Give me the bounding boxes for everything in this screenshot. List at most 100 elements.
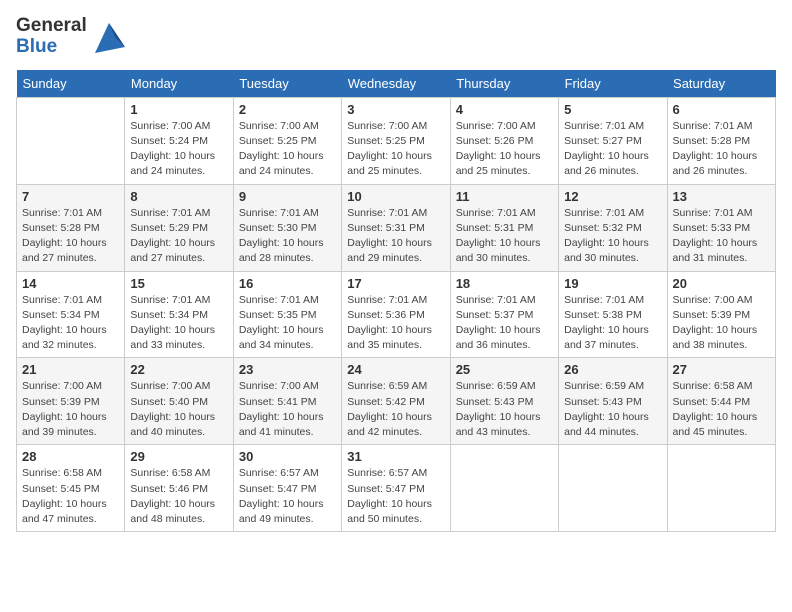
logo-general-word: General bbox=[16, 16, 87, 37]
calendar-day-header: Friday bbox=[559, 70, 667, 98]
day-number: 10 bbox=[347, 189, 444, 204]
calendar-week-row: 1 Sunrise: 7:00 AMSunset: 5:24 PMDaylight… bbox=[17, 97, 776, 184]
calendar-cell: 29 Sunrise: 6:58 AMSunset: 5:46 PMDayligh… bbox=[125, 445, 233, 532]
day-number: 12 bbox=[564, 189, 661, 204]
day-number: 31 bbox=[347, 449, 444, 464]
day-number: 7 bbox=[22, 189, 119, 204]
calendar-day-header: Thursday bbox=[450, 70, 558, 98]
day-number: 5 bbox=[564, 102, 661, 117]
day-number: 20 bbox=[673, 276, 770, 291]
calendar-cell: 16Sunrise: 7:01 AMSunset: 5:35 PMDayligh… bbox=[233, 271, 341, 358]
day-info: Sunrise: 7:01 AMSunset: 5:38 PMDaylight:… bbox=[564, 293, 661, 354]
day-info: Sunrise: 6:59 AMSunset: 5:43 PMDaylight:… bbox=[564, 379, 661, 440]
day-info: Sunrise: 6:57 AMSunset: 5:47 PMDaylight:… bbox=[347, 466, 444, 527]
day-number: 8 bbox=[130, 189, 227, 204]
page-header: General Blue bbox=[16, 16, 776, 58]
day-number: 19 bbox=[564, 276, 661, 291]
calendar-day-header: Sunday bbox=[17, 70, 125, 98]
calendar-cell: 30 Sunrise: 6:57 AMSunset: 5:47 PMDayligh… bbox=[233, 445, 341, 532]
calendar-day-header: Monday bbox=[125, 70, 233, 98]
calendar-cell: 17 Sunrise: 7:01 AMSunset: 5:36 PMDayligh… bbox=[342, 271, 450, 358]
calendar-cell: 3 Sunrise: 7:00 AMSunset: 5:25 PMDaylight… bbox=[342, 97, 450, 184]
calendar-cell: 21Sunrise: 7:00 AMSunset: 5:39 PMDayligh… bbox=[17, 358, 125, 445]
day-info: Sunrise: 7:01 AMSunset: 5:27 PMDaylight:… bbox=[564, 119, 661, 180]
day-info: Sunrise: 7:00 AMSunset: 5:40 PMDaylight:… bbox=[130, 379, 227, 440]
calendar-table: SundayMondayTuesdayWednesdayThursdayFrid… bbox=[16, 70, 776, 532]
calendar-body: 1 Sunrise: 7:00 AMSunset: 5:24 PMDaylight… bbox=[17, 97, 776, 531]
calendar-cell: 22 Sunrise: 7:00 AMSunset: 5:40 PMDayligh… bbox=[125, 358, 233, 445]
day-info: Sunrise: 6:58 AMSunset: 5:45 PMDaylight:… bbox=[22, 466, 119, 527]
day-info: Sunrise: 7:01 AMSunset: 5:37 PMDaylight:… bbox=[456, 293, 553, 354]
day-number: 3 bbox=[347, 102, 444, 117]
calendar-cell: 14 Sunrise: 7:01 AMSunset: 5:34 PMDayligh… bbox=[17, 271, 125, 358]
day-number: 2 bbox=[239, 102, 336, 117]
day-info: Sunrise: 6:57 AMSunset: 5:47 PMDaylight:… bbox=[239, 466, 336, 527]
day-number: 4 bbox=[456, 102, 553, 117]
calendar-cell: 24 Sunrise: 6:59 AMSunset: 5:42 PMDayligh… bbox=[342, 358, 450, 445]
day-number: 22 bbox=[130, 362, 227, 377]
calendar-cell: 13 Sunrise: 7:01 AMSunset: 5:33 PMDayligh… bbox=[667, 184, 775, 271]
calendar-cell: 12Sunrise: 7:01 AMSunset: 5:32 PMDayligh… bbox=[559, 184, 667, 271]
calendar-cell: 4 Sunrise: 7:00 AMSunset: 5:26 PMDaylight… bbox=[450, 97, 558, 184]
day-number: 18 bbox=[456, 276, 553, 291]
day-info: Sunrise: 7:00 AMSunset: 5:24 PMDaylight:… bbox=[130, 119, 227, 180]
calendar-cell: 18 Sunrise: 7:01 AMSunset: 5:37 PMDayligh… bbox=[450, 271, 558, 358]
calendar-cell: 8Sunrise: 7:01 AMSunset: 5:29 PMDaylight… bbox=[125, 184, 233, 271]
day-info: Sunrise: 7:01 AMSunset: 5:35 PMDaylight:… bbox=[239, 293, 336, 354]
day-number: 11 bbox=[456, 189, 553, 204]
day-number: 28 bbox=[22, 449, 119, 464]
calendar-cell bbox=[667, 445, 775, 532]
calendar-day-header: Saturday bbox=[667, 70, 775, 98]
day-info: Sunrise: 7:01 AMSunset: 5:34 PMDaylight:… bbox=[22, 293, 119, 354]
day-info: Sunrise: 7:01 AMSunset: 5:33 PMDaylight:… bbox=[673, 206, 770, 267]
day-info: Sunrise: 7:01 AMSunset: 5:31 PMDaylight:… bbox=[456, 206, 553, 267]
day-number: 14 bbox=[22, 276, 119, 291]
calendar-cell: 5 Sunrise: 7:01 AMSunset: 5:27 PMDaylight… bbox=[559, 97, 667, 184]
day-number: 24 bbox=[347, 362, 444, 377]
day-info: Sunrise: 7:00 AMSunset: 5:39 PMDaylight:… bbox=[673, 293, 770, 354]
day-info: Sunrise: 7:00 AMSunset: 5:39 PMDaylight:… bbox=[22, 379, 119, 440]
day-info: Sunrise: 7:00 AMSunset: 5:26 PMDaylight:… bbox=[456, 119, 553, 180]
calendar-cell: 15 Sunrise: 7:01 AMSunset: 5:34 PMDayligh… bbox=[125, 271, 233, 358]
day-info: Sunrise: 6:59 AMSunset: 5:42 PMDaylight:… bbox=[347, 379, 444, 440]
logo-blue-word: Blue bbox=[16, 37, 87, 58]
day-info: Sunrise: 7:01 AMSunset: 5:34 PMDaylight:… bbox=[130, 293, 227, 354]
calendar-cell bbox=[450, 445, 558, 532]
calendar-cell: 7 Sunrise: 7:01 AMSunset: 5:28 PMDaylight… bbox=[17, 184, 125, 271]
day-number: 26 bbox=[564, 362, 661, 377]
day-number: 17 bbox=[347, 276, 444, 291]
day-info: Sunrise: 7:01 AMSunset: 5:31 PMDaylight:… bbox=[347, 206, 444, 267]
calendar-cell: 19 Sunrise: 7:01 AMSunset: 5:38 PMDayligh… bbox=[559, 271, 667, 358]
calendar-cell: 6 Sunrise: 7:01 AMSunset: 5:28 PMDaylight… bbox=[667, 97, 775, 184]
calendar-cell: 1 Sunrise: 7:00 AMSunset: 5:24 PMDaylight… bbox=[125, 97, 233, 184]
day-info: Sunrise: 7:01 AMSunset: 5:28 PMDaylight:… bbox=[22, 206, 119, 267]
day-info: Sunrise: 7:00 AMSunset: 5:25 PMDaylight:… bbox=[347, 119, 444, 180]
day-number: 25 bbox=[456, 362, 553, 377]
day-info: Sunrise: 6:59 AMSunset: 5:43 PMDaylight:… bbox=[456, 379, 553, 440]
logo: General Blue bbox=[16, 16, 127, 58]
day-info: Sunrise: 7:01 AMSunset: 5:28 PMDaylight:… bbox=[673, 119, 770, 180]
calendar-cell: 27 Sunrise: 6:58 AMSunset: 5:44 PMDayligh… bbox=[667, 358, 775, 445]
day-number: 29 bbox=[130, 449, 227, 464]
day-number: 27 bbox=[673, 362, 770, 377]
day-info: Sunrise: 7:01 AMSunset: 5:30 PMDaylight:… bbox=[239, 206, 336, 267]
calendar-week-row: 28 Sunrise: 6:58 AMSunset: 5:45 PMDayligh… bbox=[17, 445, 776, 532]
day-number: 23 bbox=[239, 362, 336, 377]
day-number: 30 bbox=[239, 449, 336, 464]
calendar-cell: 20 Sunrise: 7:00 AMSunset: 5:39 PMDayligh… bbox=[667, 271, 775, 358]
day-info: Sunrise: 6:58 AMSunset: 5:46 PMDaylight:… bbox=[130, 466, 227, 527]
calendar-week-row: 7 Sunrise: 7:01 AMSunset: 5:28 PMDaylight… bbox=[17, 184, 776, 271]
day-number: 13 bbox=[673, 189, 770, 204]
calendar-cell: 23Sunrise: 7:00 AMSunset: 5:41 PMDayligh… bbox=[233, 358, 341, 445]
calendar-cell: 9Sunrise: 7:01 AMSunset: 5:30 PMDaylight… bbox=[233, 184, 341, 271]
calendar-day-header: Tuesday bbox=[233, 70, 341, 98]
day-number: 6 bbox=[673, 102, 770, 117]
calendar-week-row: 14 Sunrise: 7:01 AMSunset: 5:34 PMDayligh… bbox=[17, 271, 776, 358]
day-number: 1 bbox=[130, 102, 227, 117]
day-number: 15 bbox=[130, 276, 227, 291]
calendar-cell bbox=[559, 445, 667, 532]
day-info: Sunrise: 7:01 AMSunset: 5:36 PMDaylight:… bbox=[347, 293, 444, 354]
calendar-cell: 2Sunrise: 7:00 AMSunset: 5:25 PMDaylight… bbox=[233, 97, 341, 184]
calendar-cell: 31 Sunrise: 6:57 AMSunset: 5:47 PMDayligh… bbox=[342, 445, 450, 532]
day-info: Sunrise: 6:58 AMSunset: 5:44 PMDaylight:… bbox=[673, 379, 770, 440]
